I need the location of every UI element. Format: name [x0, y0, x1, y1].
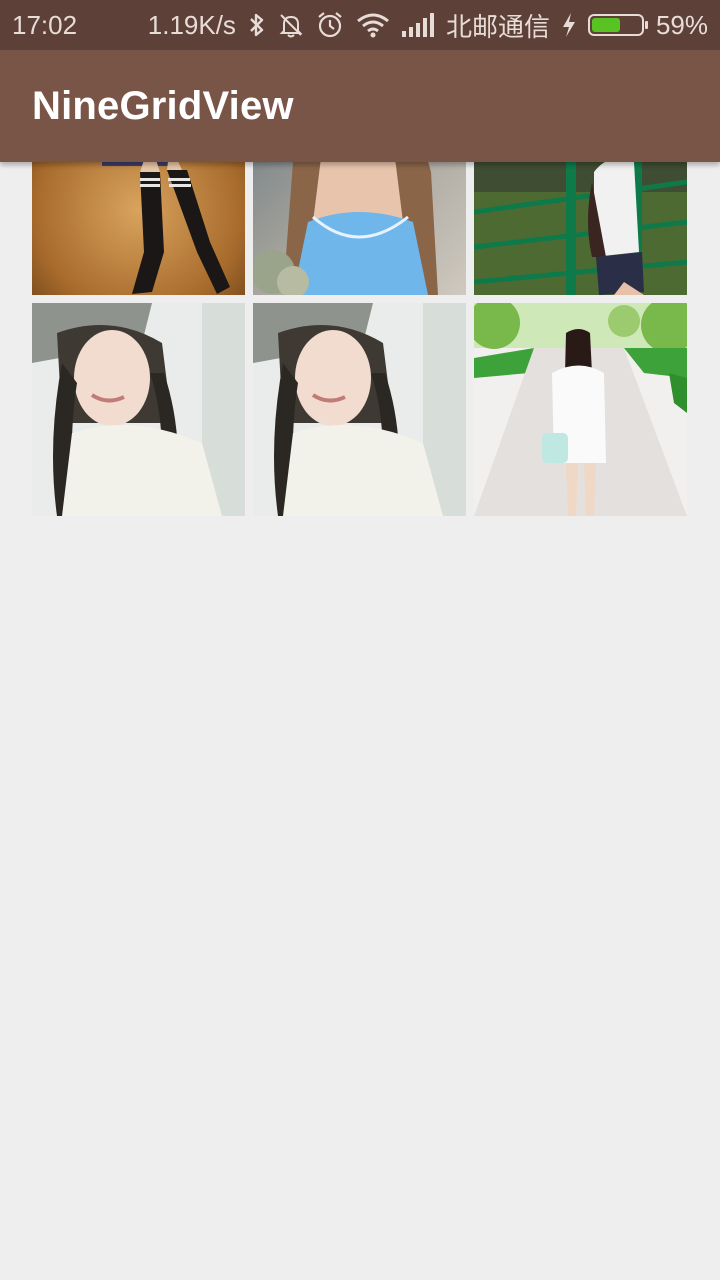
- status-time: 17:02: [12, 9, 78, 40]
- wifi-icon: [356, 12, 390, 38]
- battery-level: [591, 18, 621, 32]
- battery-icon: [587, 14, 648, 36]
- battery-percent: 59%: [655, 9, 708, 40]
- alarm-icon: [316, 11, 344, 39]
- app-bar: NineGridView: [0, 50, 720, 162]
- notifications-off-icon: [278, 12, 304, 38]
- grid-image-braids-hat[interactable]: [32, 303, 245, 516]
- net-speed: 1.19K/s: [147, 9, 236, 40]
- status-bar: 17:02 1.19K/s 北邮通信 59%: [0, 0, 720, 50]
- bluetooth-icon: [248, 12, 266, 38]
- charging-bolt-icon: [562, 13, 576, 37]
- status-icons: 1.19K/s 北邮通信 59%: [148, 7, 708, 44]
- cellular-signal-icon: [401, 13, 434, 37]
- grid-image-walkway[interactable]: [474, 303, 687, 516]
- carrier-name: 北邮通信: [445, 11, 550, 42]
- grid-image-braids-hat-2[interactable]: [253, 303, 466, 516]
- page-title: NineGridView: [32, 83, 294, 128]
